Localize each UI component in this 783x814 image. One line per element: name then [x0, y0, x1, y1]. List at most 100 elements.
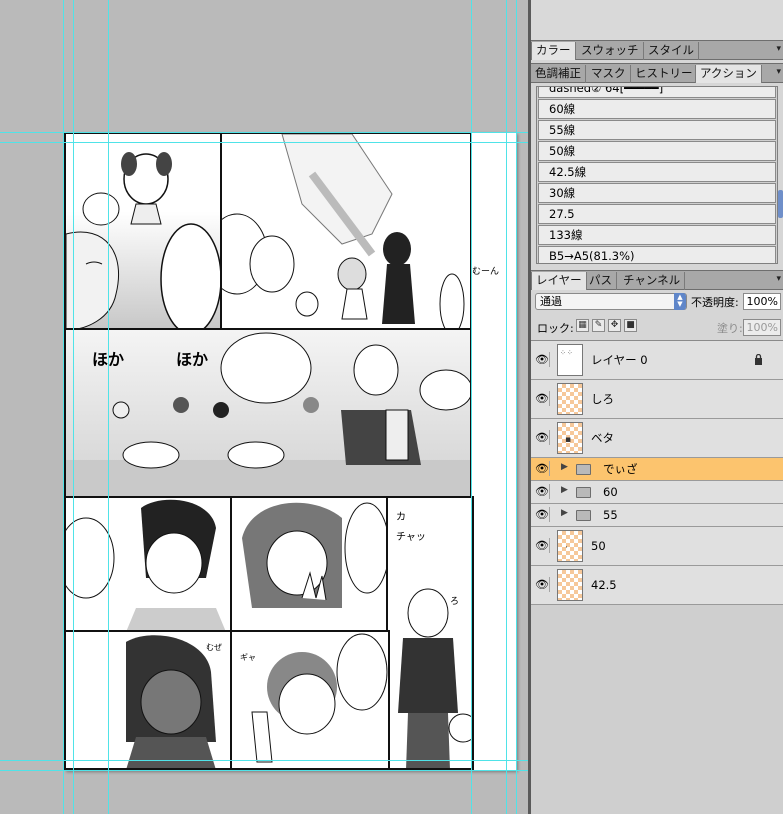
- layer-row[interactable]: 👁 42.5: [531, 566, 783, 605]
- fill-input[interactable]: 100%: [743, 319, 781, 336]
- guide-horizontal: [0, 760, 528, 761]
- eye-icon[interactable]: 👁: [535, 507, 550, 522]
- manga-panel-1: [64, 132, 222, 330]
- tab-styles[interactable]: スタイル: [644, 42, 699, 60]
- eye-icon[interactable]: 👁: [535, 538, 550, 553]
- eye-icon[interactable]: 👁: [535, 577, 550, 592]
- opacity-input[interactable]: 100%: [743, 293, 781, 310]
- layer-name: でぃざ: [603, 462, 638, 476]
- layer-name: しろ: [591, 392, 614, 406]
- manga-panel-3b: [472, 328, 516, 498]
- lock-label: ロック:: [537, 322, 574, 335]
- color-tabbar: カラー スウォッチ スタイル ▾: [531, 40, 783, 60]
- lock-all-icon[interactable]: ■: [624, 319, 637, 332]
- action-item[interactable]: 133線: [538, 225, 776, 245]
- layers-tabbar: レイヤー パス チャンネル ▾: [531, 270, 783, 290]
- folder-icon: [576, 464, 591, 475]
- action-item[interactable]: B5→A5(81.3%): [538, 246, 776, 263]
- tab-adjustments[interactable]: 色調補正: [531, 65, 586, 83]
- layer-row[interactable]: 👁 しろ: [531, 380, 783, 419]
- guide-horizontal: [0, 770, 528, 771]
- layer-name: レイヤー 0: [591, 353, 648, 367]
- blend-row: 通過 ▲ ▼ 不透明度: 100%: [531, 290, 783, 314]
- guide-horizontal: [0, 142, 528, 143]
- layers-list: 👁 ⁘⁘ レイヤー 0 👁 しろ 👁 ▪ ベタ 👁 ▶ でぃざ 👁 ▶ 60 👁…: [531, 340, 783, 814]
- dock-header: [531, 0, 783, 40]
- action-item[interactable]: dashed② 64[━━━━━]: [538, 87, 776, 98]
- expand-arrow-icon[interactable]: ▶: [561, 485, 568, 495]
- layer-thumbnail: ⁘⁘: [557, 344, 583, 376]
- eye-icon[interactable]: 👁: [535, 461, 550, 476]
- tab-paths[interactable]: パス: [585, 272, 617, 290]
- actions-scrollbar[interactable]: [778, 190, 783, 218]
- eye-icon[interactable]: 👁: [535, 484, 550, 499]
- layer-name: 50: [591, 539, 606, 553]
- panel-3-art: [66, 332, 470, 496]
- lock-position-icon[interactable]: ✥: [608, 319, 621, 332]
- lock-row: ロック: ▦ ✎ ✥ ■ 塗り: 100%: [531, 315, 783, 339]
- sfx-cha: チャッ: [396, 532, 426, 543]
- action-item[interactable]: 27.5: [538, 204, 776, 224]
- layer-group-row[interactable]: 👁 ▶ 60: [531, 481, 783, 504]
- guide-vertical: [108, 0, 109, 814]
- layer-group-row[interactable]: 👁 ▶ 55: [531, 504, 783, 527]
- action-item[interactable]: 60線: [538, 99, 776, 119]
- fill-label: 塗り:: [717, 322, 743, 335]
- manga-panel-2: [220, 132, 472, 330]
- layer-name: ベタ: [591, 431, 614, 445]
- action-item[interactable]: 50線: [538, 141, 776, 161]
- guide-vertical: [471, 0, 472, 814]
- blend-mode-select[interactable]: 通過 ▲ ▼: [535, 293, 687, 310]
- panel-menu-icon[interactable]: ▾: [776, 44, 781, 54]
- tab-layers[interactable]: レイヤー: [531, 272, 587, 290]
- eye-icon[interactable]: 👁: [535, 391, 550, 406]
- sfx-gya: ギャ: [240, 653, 256, 662]
- eye-icon[interactable]: 👁: [535, 430, 550, 445]
- guide-vertical: [73, 0, 74, 814]
- panel-5-art: [242, 502, 388, 608]
- guide-horizontal: [0, 132, 528, 133]
- expand-arrow-icon[interactable]: ▶: [561, 462, 568, 472]
- right-panel-dock: カラー スウォッチ スタイル ▾ 色調補正 マスク ヒストリー アクション ▾ …: [531, 0, 783, 814]
- sfx-ka: カ: [396, 512, 406, 523]
- panel-menu-icon[interactable]: ▾: [776, 67, 781, 77]
- opacity-label: 不透明度:: [691, 296, 739, 309]
- folder-icon: [576, 510, 591, 521]
- layer-row[interactable]: 👁 ⁘⁘ レイヤー 0: [531, 341, 783, 380]
- folder-icon: [576, 487, 591, 498]
- manga-panel-5: [230, 496, 390, 632]
- action-item[interactable]: 55線: [538, 120, 776, 140]
- eye-icon[interactable]: 👁: [535, 352, 550, 367]
- layer-group-row[interactable]: 👁 ▶ でぃざ: [531, 458, 783, 481]
- tab-history[interactable]: ヒストリー: [631, 65, 698, 83]
- tab-channels[interactable]: チャンネル: [619, 272, 686, 290]
- panel-4-art: [66, 499, 226, 630]
- sfx-mun: むーん: [472, 267, 500, 277]
- layer-thumbnail: [557, 383, 583, 415]
- panel-2-art: [222, 134, 465, 328]
- action-item[interactable]: 42.5線: [538, 162, 776, 182]
- panel-menu-icon[interactable]: ▾: [776, 274, 781, 284]
- tab-actions[interactable]: アクション: [695, 65, 762, 83]
- layer-row[interactable]: 👁 ▪ ベタ: [531, 419, 783, 458]
- document-canvas[interactable]: むーん ほか ほか カ チャッ ろ むぜ ギャ: [0, 0, 528, 814]
- tab-swatches[interactable]: スウォッチ: [577, 42, 644, 60]
- layer-row[interactable]: 👁 · 50: [531, 527, 783, 566]
- action-item[interactable]: 30線: [538, 183, 776, 203]
- layer-name: 55: [603, 508, 618, 522]
- tab-color[interactable]: カラー: [531, 42, 576, 60]
- layer-thumbnail: [557, 569, 583, 601]
- lock-transparency-icon[interactable]: ▦: [576, 319, 589, 332]
- layer-name: 42.5: [591, 578, 617, 592]
- actions-tabbar: 色調補正 マスク ヒストリー アクション ▾: [531, 63, 783, 83]
- manga-panel-6: カ チャッ ろ: [386, 496, 474, 770]
- expand-arrow-icon[interactable]: ▶: [561, 508, 568, 518]
- lock-pixels-icon[interactable]: ✎: [592, 319, 605, 332]
- layer-name: 60: [603, 485, 618, 499]
- tab-masks[interactable]: マスク: [587, 65, 631, 83]
- sfx-ro: ろ: [450, 597, 460, 607]
- manga-page[interactable]: むーん ほか ほか カ チャッ ろ むぜ ギャ: [64, 132, 516, 770]
- guide-vertical: [506, 0, 507, 814]
- guide-vertical: [63, 0, 64, 814]
- blend-mode-value: 通過: [540, 295, 562, 308]
